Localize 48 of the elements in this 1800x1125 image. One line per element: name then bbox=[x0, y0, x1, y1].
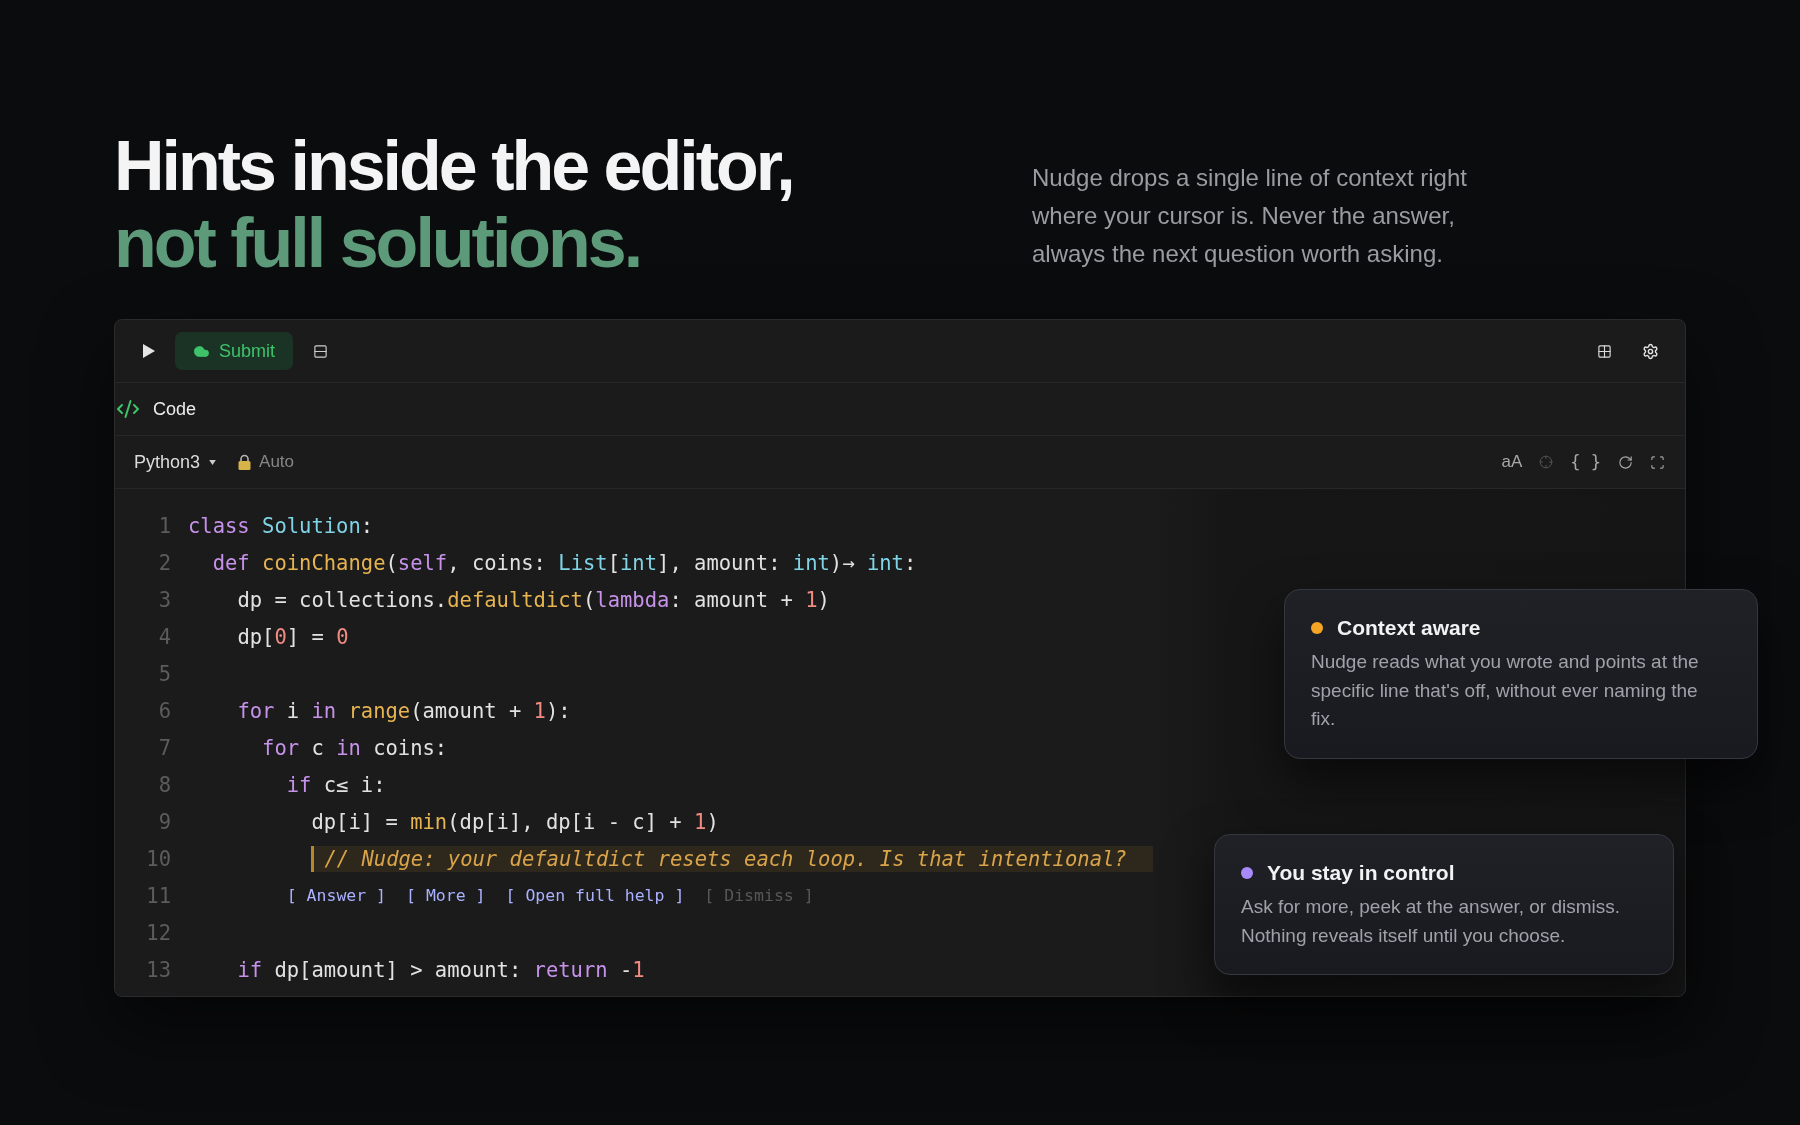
submit-button[interactable]: Submit bbox=[175, 332, 294, 370]
code-line: dp = collections.defaultdict(lambda: amount + 1) bbox=[237, 587, 830, 612]
mode-label: Auto bbox=[259, 452, 295, 472]
line-number: 9 bbox=[158, 809, 171, 834]
line-number: 11 bbox=[146, 883, 171, 908]
code-line: def coinChange(self, coins: List[int], amount: int)→ int: bbox=[212, 550, 917, 575]
callout-title: Context aware bbox=[1337, 616, 1481, 640]
line-number: 10 bbox=[146, 846, 171, 871]
headline-accent-text: not full solutions. bbox=[114, 205, 641, 282]
lock-icon bbox=[238, 454, 252, 470]
line-number: 8 bbox=[158, 772, 171, 797]
code-panel-title: Code bbox=[153, 398, 197, 420]
grid-icon[interactable] bbox=[1597, 343, 1612, 359]
play-icon[interactable] bbox=[143, 344, 155, 358]
fullscreen-icon[interactable] bbox=[1650, 454, 1665, 470]
font-size-button[interactable]: aA bbox=[1501, 452, 1523, 472]
headline-text: Hints inside the editor, bbox=[114, 128, 793, 205]
callout-text: Ask for more, peek at the answer, or dismiss. Nothing reveals itself until you choose. bbox=[1241, 895, 1622, 948]
code-line: for i in range(amount + 1): bbox=[237, 698, 571, 723]
hint-action-link[interactable]: [ Open full help ] bbox=[505, 886, 685, 905]
code-line: class Solution: bbox=[188, 513, 374, 538]
line-number: 7 bbox=[158, 735, 171, 760]
line-number: 6 bbox=[158, 698, 171, 723]
caret-icon bbox=[209, 459, 217, 465]
code-line: if dp[amount] > amount: return -1 bbox=[237, 957, 645, 982]
language-select[interactable]: Python3 bbox=[134, 451, 217, 473]
line-number: 3 bbox=[158, 587, 171, 612]
hint-comment: // Nudge: your defaultdict resets each loop. Is that intentional? bbox=[311, 845, 1153, 872]
format-button[interactable]: { } bbox=[1570, 452, 1601, 472]
code-line: dp[i] = min(dp[i], dp[i - c] + 1) bbox=[311, 809, 719, 834]
intro-paragraph: Nudge drops a single line of context right where your cursor is. Never the answer, always the next question worth asking. bbox=[1032, 163, 1468, 269]
split-panel-icon[interactable] bbox=[313, 343, 329, 359]
settings-icon[interactable] bbox=[1642, 342, 1659, 360]
line-number: 2 bbox=[158, 550, 171, 575]
code-line: dp[0] = 0 bbox=[237, 624, 349, 649]
code-icon bbox=[116, 397, 140, 421]
code-line: for c in coins: bbox=[262, 735, 448, 760]
refresh-icon[interactable] bbox=[1618, 454, 1633, 470]
line-number: 12 bbox=[146, 920, 171, 945]
line-number: 13 bbox=[146, 957, 171, 982]
callout-title: You stay in control bbox=[1267, 861, 1455, 885]
line-number: 5 bbox=[158, 661, 171, 686]
line-number: 4 bbox=[158, 624, 171, 649]
hint-action-link[interactable]: [ Answer ] bbox=[286, 886, 387, 905]
line-number: 1 bbox=[158, 513, 171, 538]
code-line: if c≤ i: bbox=[286, 772, 386, 797]
hint-action-link[interactable]: [ More ] bbox=[406, 886, 486, 905]
callout-text: Nudge reads what you wrote and points at the specific line that's off, without ever naming the fix. bbox=[1311, 650, 1700, 731]
